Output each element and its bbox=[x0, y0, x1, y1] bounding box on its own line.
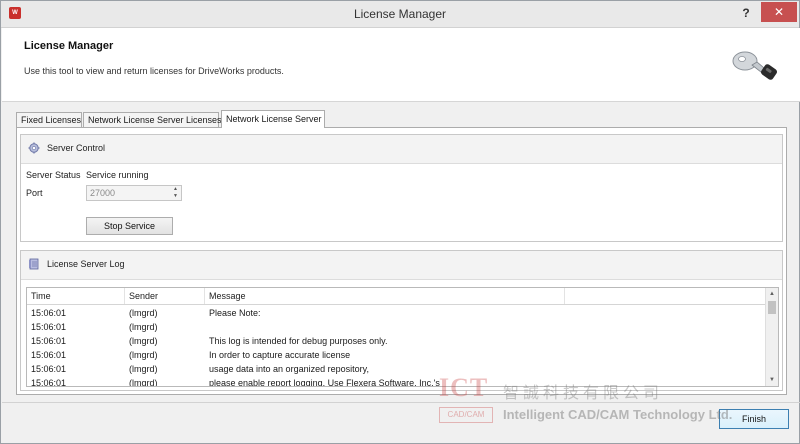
server-status-label: Server Status bbox=[26, 170, 81, 180]
cell-sender: (lmgrd) bbox=[129, 308, 158, 318]
table-row[interactable]: 15:06:01 (lmgrd) Please Note: bbox=[27, 306, 767, 320]
tab-fixed-licenses[interactable]: Fixed Licenses bbox=[16, 112, 82, 127]
gear-icon bbox=[28, 142, 40, 154]
tab-network-license-server-licenses[interactable]: Network License Server Licenses bbox=[83, 112, 222, 127]
license-manager-window: W License Manager ? ✕ License Manager Us… bbox=[0, 0, 800, 444]
header-title: License Manager bbox=[24, 40, 114, 52]
scroll-up-icon[interactable]: ▲ bbox=[766, 288, 778, 300]
tab-network-license-server[interactable]: Network License Server bbox=[221, 110, 325, 128]
spinner-down-icon[interactable]: ▼ bbox=[170, 193, 181, 200]
log-table-header: Time Sender Message bbox=[27, 288, 767, 305]
license-server-log-title: License Server Log bbox=[47, 259, 125, 269]
tab-content-network-license-server: Server Control Server Status Service run… bbox=[16, 127, 787, 395]
title-bar[interactable]: W License Manager ? ✕ bbox=[1, 1, 799, 28]
cell-time: 15:06:01 bbox=[31, 350, 67, 360]
port-label: Port bbox=[26, 188, 43, 198]
scroll-down-icon[interactable]: ▼ bbox=[766, 374, 778, 386]
cell-message: please enable report logging. Use Flexer… bbox=[209, 378, 440, 387]
finish-button[interactable]: Finish bbox=[719, 409, 789, 429]
help-button[interactable]: ? bbox=[737, 4, 755, 22]
header-description: Use this tool to view and return license… bbox=[24, 66, 284, 76]
scroll-thumb[interactable] bbox=[768, 301, 776, 314]
table-row[interactable]: 15:06:01 (lmgrd) usage data into an orga… bbox=[27, 362, 767, 376]
cell-time: 15:06:01 bbox=[31, 322, 67, 332]
server-status-value: Service running bbox=[86, 170, 149, 180]
cell-time: 15:06:01 bbox=[31, 378, 67, 387]
log-icon bbox=[29, 258, 39, 270]
stop-service-button[interactable]: Stop Service bbox=[86, 217, 173, 235]
port-spinner[interactable]: ▲ ▼ bbox=[170, 186, 181, 200]
spinner-up-icon[interactable]: ▲ bbox=[170, 186, 181, 193]
port-input[interactable] bbox=[86, 185, 182, 201]
cell-message: This log is intended for debug purposes … bbox=[209, 336, 388, 346]
server-control-title: Server Control bbox=[47, 143, 106, 153]
log-table[interactable]: Time Sender Message 15:06:01 (lmgrd) Ple… bbox=[26, 287, 779, 387]
table-row[interactable]: 15:06:01 (lmgrd) please enable report lo… bbox=[27, 376, 767, 387]
header-panel: License Manager Use this tool to view an… bbox=[2, 28, 800, 102]
window-title: License Manager bbox=[353, 7, 447, 21]
column-message[interactable]: Message bbox=[205, 288, 565, 304]
watermark-cadcam-badge: CAD/CAM bbox=[439, 407, 493, 423]
column-sender[interactable]: Sender bbox=[125, 288, 205, 304]
cell-sender: (lmgrd) bbox=[129, 336, 158, 346]
cell-sender: (lmgrd) bbox=[129, 378, 158, 387]
table-row[interactable]: 15:06:01 (lmgrd) In order to capture acc… bbox=[27, 348, 767, 362]
cell-time: 15:06:01 bbox=[31, 308, 67, 318]
log-vertical-scrollbar[interactable]: ▲ ▼ bbox=[765, 288, 778, 386]
server-control-group: Server Control Server Status Service run… bbox=[20, 134, 783, 242]
cell-message: Please Note: bbox=[209, 308, 261, 318]
license-server-log-header: License Server Log bbox=[21, 251, 782, 280]
close-button[interactable]: ✕ bbox=[761, 2, 797, 22]
license-key-icon bbox=[732, 51, 777, 80]
table-row[interactable]: 15:06:01 (lmgrd) This log is intended fo… bbox=[27, 334, 767, 348]
cell-sender: (lmgrd) bbox=[129, 322, 158, 332]
table-row[interactable]: 15:06:01 (lmgrd) bbox=[27, 320, 767, 334]
server-control-header: Server Control bbox=[21, 135, 782, 164]
license-server-log-group: License Server Log Time Sender Message 1… bbox=[20, 250, 783, 391]
cell-time: 15:06:01 bbox=[31, 336, 67, 346]
watermark-company-english: Intelligent CAD/CAM Technology Ltd. bbox=[503, 407, 733, 422]
cell-sender: (lmgrd) bbox=[129, 364, 158, 374]
cell-message: In order to capture accurate license bbox=[209, 350, 351, 360]
column-time[interactable]: Time bbox=[27, 288, 125, 304]
cell-message: usage data into an organized repository, bbox=[209, 364, 369, 374]
footer-divider bbox=[2, 402, 800, 403]
cell-time: 15:06:01 bbox=[31, 364, 67, 374]
cell-sender: (lmgrd) bbox=[129, 350, 158, 360]
